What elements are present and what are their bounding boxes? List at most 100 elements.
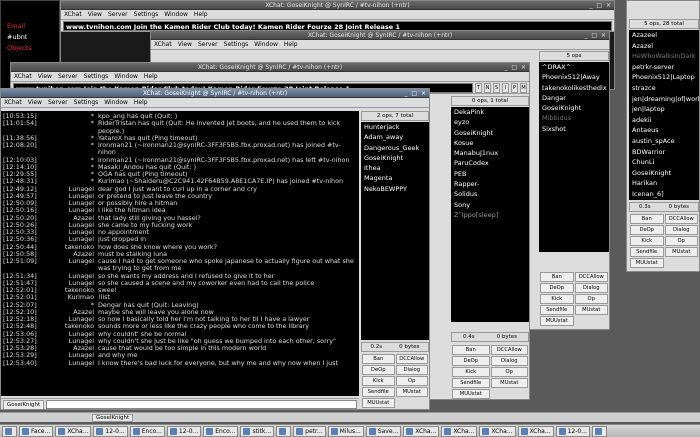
menu-server[interactable]: Server <box>198 41 218 48</box>
user-item[interactable]: NekoBEWPPY <box>364 184 429 194</box>
user-item[interactable]: HeWhoWalksInDark <box>632 51 699 62</box>
user-item[interactable]: ManabuJ1nux <box>454 148 529 158</box>
deop-button[interactable]: DeOp <box>362 365 395 375</box>
menu-help[interactable]: Help <box>134 99 148 106</box>
channel-item-ubnt[interactable]: #ubnt <box>7 32 59 43</box>
menu-xchat[interactable]: XChat <box>4 99 22 106</box>
menu-view[interactable]: View <box>178 41 192 48</box>
menu-window[interactable]: Window <box>254 41 278 48</box>
middle-window-titlebar[interactable]: XChat: GoseiKnight @ SynIRC / #tv-nihon … <box>151 31 609 40</box>
user-item[interactable]: Phoenix512|Laptop <box>632 72 699 83</box>
dccallow-button[interactable]: DCCAllow <box>574 272 608 282</box>
taskbar-item[interactable]: petr... <box>293 426 326 437</box>
menu-server[interactable]: Server <box>58 73 78 80</box>
op-button[interactable]: Op <box>395 376 428 386</box>
dccallow-button[interactable]: DCCAllow <box>490 345 528 355</box>
taskbar-item[interactable]: Enco... <box>129 426 165 437</box>
menu-view[interactable]: View <box>28 99 42 106</box>
deop-button[interactable]: DeOp <box>540 283 574 293</box>
user-item[interactable]: jen|laptop <box>632 104 699 115</box>
user-item[interactable]: Kosue <box>454 138 529 148</box>
taskbar-item[interactable]: XCha... <box>479 426 516 437</box>
ban-button[interactable]: Ban <box>630 214 664 224</box>
front-window-titlebar[interactable]: XChat: GoseiKnight @ SynIRC / #tv-nihon … <box>1 89 429 98</box>
menu-settings[interactable]: Settings <box>134 11 159 18</box>
kick-button[interactable]: Kick <box>452 367 490 377</box>
taskbar-item[interactable]: Save... <box>365 426 402 437</box>
user-item[interactable]: Adam_away <box>364 132 429 142</box>
taskbar-item[interactable]: Face... <box>19 426 54 437</box>
kick-button[interactable]: Kick <box>362 376 395 386</box>
user-item[interactable]: GoseiKnight <box>542 103 609 113</box>
sendfile-button[interactable]: Sendfile <box>630 247 664 257</box>
user-item[interactable]: takenokolikesthedix <box>542 83 609 93</box>
taskbar-item[interactable] <box>2 426 17 437</box>
user-item[interactable]: Harikan <box>632 178 699 189</box>
menu-help[interactable]: Help <box>194 11 208 18</box>
menu-settings[interactable]: Settings <box>84 73 109 80</box>
mode-n-button[interactable]: N <box>484 82 491 93</box>
menu-xchat[interactable]: XChat <box>64 11 82 18</box>
mustat-button[interactable]: MUstat <box>574 305 608 315</box>
ban-button[interactable]: Ban <box>362 354 395 364</box>
user-item[interactable]: jen|dreaming|of|work <box>632 94 699 105</box>
mustat-button[interactable]: MUstat <box>664 247 698 257</box>
user-item[interactable]: DekaPink <box>454 107 529 117</box>
user-item[interactable]: ParuCodex <box>454 158 529 168</box>
deop-button[interactable]: DeOp <box>630 225 664 235</box>
middle-side-userlist[interactable]: ^DRAX^ Phoenix512|Away takenokolikesthed… <box>539 62 609 252</box>
user-item[interactable]: Hunterjack <box>364 122 429 132</box>
front-userlist[interactable]: Hunterjack Adam_away Dangerous_Geek GoseiKn… <box>361 122 429 340</box>
menu-view[interactable]: View <box>38 73 52 80</box>
kick-button[interactable]: Kick <box>540 294 574 304</box>
menu-help[interactable]: Help <box>284 41 298 48</box>
kick-button[interactable]: Kick <box>630 236 664 246</box>
dccallow-button[interactable]: DCCAllow <box>395 354 428 364</box>
second-userlist[interactable]: DekaPink eyzo GoseiKnight Kosue ManabuJ1… <box>451 107 529 322</box>
user-item[interactable]: strazce <box>632 83 699 94</box>
user-item[interactable]: Antaeus <box>632 125 699 136</box>
window-controls-icon[interactable]: _ □ × <box>589 1 612 9</box>
user-item[interactable]: Dangar <box>542 93 609 103</box>
taskbar-item[interactable]: XCha... <box>441 426 478 437</box>
menu-server[interactable]: Server <box>108 11 128 18</box>
mode-m-button[interactable]: M <box>520 82 527 93</box>
window-controls-icon[interactable]: _ □ × <box>404 89 427 97</box>
user-item[interactable]: GoseiKnight <box>632 168 699 179</box>
user-item[interactable]: ^DRAX^ <box>542 62 609 72</box>
user-item[interactable]: GoseiKnight <box>364 153 429 163</box>
back-window-titlebar[interactable]: XChat: GoseiKnight @ SynIRC / #tv-nihon … <box>61 1 614 10</box>
user-item[interactable]: Z`Ippo[sleep] <box>454 210 529 220</box>
user-item[interactable]: Icenan_6] <box>632 189 699 200</box>
taskbar-item[interactable]: Enco... <box>203 426 239 437</box>
user-item[interactable]: Azazel <box>632 41 699 52</box>
op-button[interactable]: Op <box>664 236 698 246</box>
user-item[interactable]: adekii <box>632 115 699 126</box>
window-controls-icon[interactable]: _ □ × <box>504 63 527 71</box>
menu-server[interactable]: Server <box>48 99 68 106</box>
menu-window[interactable]: Window <box>104 99 128 106</box>
menu-xchat[interactable]: XChat <box>14 73 32 80</box>
menu-window[interactable]: Window <box>114 73 138 80</box>
user-item[interactable]: eyzo <box>454 117 529 127</box>
muustat-button[interactable]: MUUstat <box>540 316 574 326</box>
user-item[interactable]: petrkr-server <box>632 62 699 73</box>
user-item[interactable]: Solidus <box>454 189 529 199</box>
user-item[interactable]: Dangerous_Geek <box>364 143 429 153</box>
menu-settings[interactable]: Settings <box>74 99 99 106</box>
mode-i-button[interactable]: I <box>502 82 509 93</box>
taskbar-item[interactable] <box>276 426 292 437</box>
user-item[interactable]: Ithea <box>364 163 429 173</box>
user-item[interactable]: Phoenix512|Away <box>542 72 609 82</box>
sendfile-button[interactable]: Sendfile <box>362 387 395 397</box>
user-item[interactable]: Rapper- <box>454 179 529 189</box>
dialog-button[interactable]: Dialog <box>664 225 698 235</box>
dialog-button[interactable]: Dialog <box>490 356 528 366</box>
menu-window[interactable]: Window <box>164 11 188 18</box>
op-button[interactable]: Op <box>490 367 528 377</box>
user-item[interactable]: Azazeel <box>632 30 699 41</box>
dialog-button[interactable]: Dialog <box>395 365 428 375</box>
muustat-button[interactable]: MUUstat <box>452 389 490 399</box>
menu-settings[interactable]: Settings <box>224 41 249 48</box>
mode-s-button[interactable]: S <box>493 82 500 93</box>
